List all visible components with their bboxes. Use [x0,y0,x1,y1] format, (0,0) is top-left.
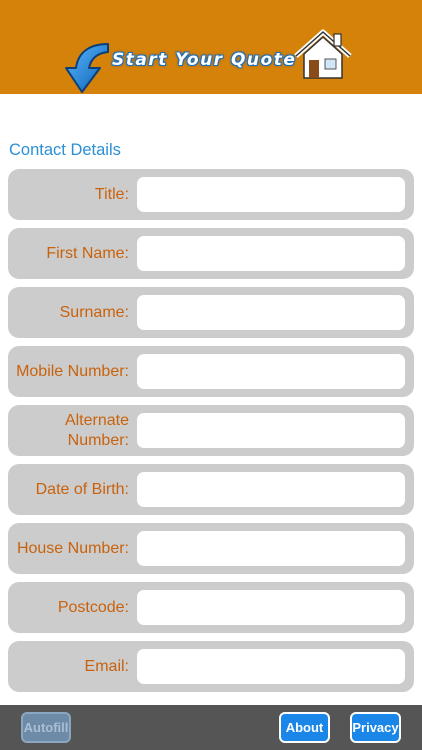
form-row-mobile-number: Mobile Number: [8,346,414,397]
field-label-first-name: First Name: [46,244,129,262]
form-row-email: Email: [8,641,414,692]
field-label-postcode: Postcode: [57,598,129,616]
privacy-button[interactable]: Privacy [350,712,401,743]
title-field[interactable] [137,177,405,212]
app-header: Start Your Quote [0,0,422,94]
form-row-date-of-birth: Date of Birth: [8,464,414,515]
field-label-surname: Surname: [59,303,129,321]
form-row-postcode: Postcode: [8,582,414,633]
first-name-field[interactable] [137,236,405,271]
form-row-house-number: House Number: [8,523,414,574]
form-row-surname: Surname: [8,287,414,338]
bottom-toolbar: Autofill About Privacy [0,705,422,750]
house-number-field[interactable] [137,531,405,566]
arrow-icon [65,43,109,93]
mobile-number-field[interactable] [137,354,405,389]
form-row-title: Title: [8,169,414,220]
field-label-alternate-number: Alternate Number: [64,411,129,449]
autofill-button[interactable]: Autofill [21,712,71,743]
house-icon [294,29,352,79]
section-title: Contact Details [9,141,121,159]
app-logo: Start Your Quote [60,24,360,94]
form-row-alternate-number: Alternate Number: [8,405,414,456]
field-label-title: Title: [94,185,129,203]
field-label-house-number: House Number: [16,539,129,557]
contact-form: Title: First Name: Surname: Mobile Numbe… [8,169,414,700]
date-of-birth-field[interactable] [137,472,405,507]
header-title: Start Your Quote [112,50,297,70]
surname-field[interactable] [137,295,405,330]
field-label-email: Email: [84,657,129,675]
form-row-first-name: First Name: [8,228,414,279]
alternate-number-field[interactable] [137,413,405,448]
field-label-date-of-birth: Date of Birth: [35,480,129,498]
postcode-field[interactable] [137,590,405,625]
field-label-mobile-number: Mobile Number: [16,362,129,380]
email-field[interactable] [137,649,405,684]
about-button[interactable]: About [279,712,330,743]
